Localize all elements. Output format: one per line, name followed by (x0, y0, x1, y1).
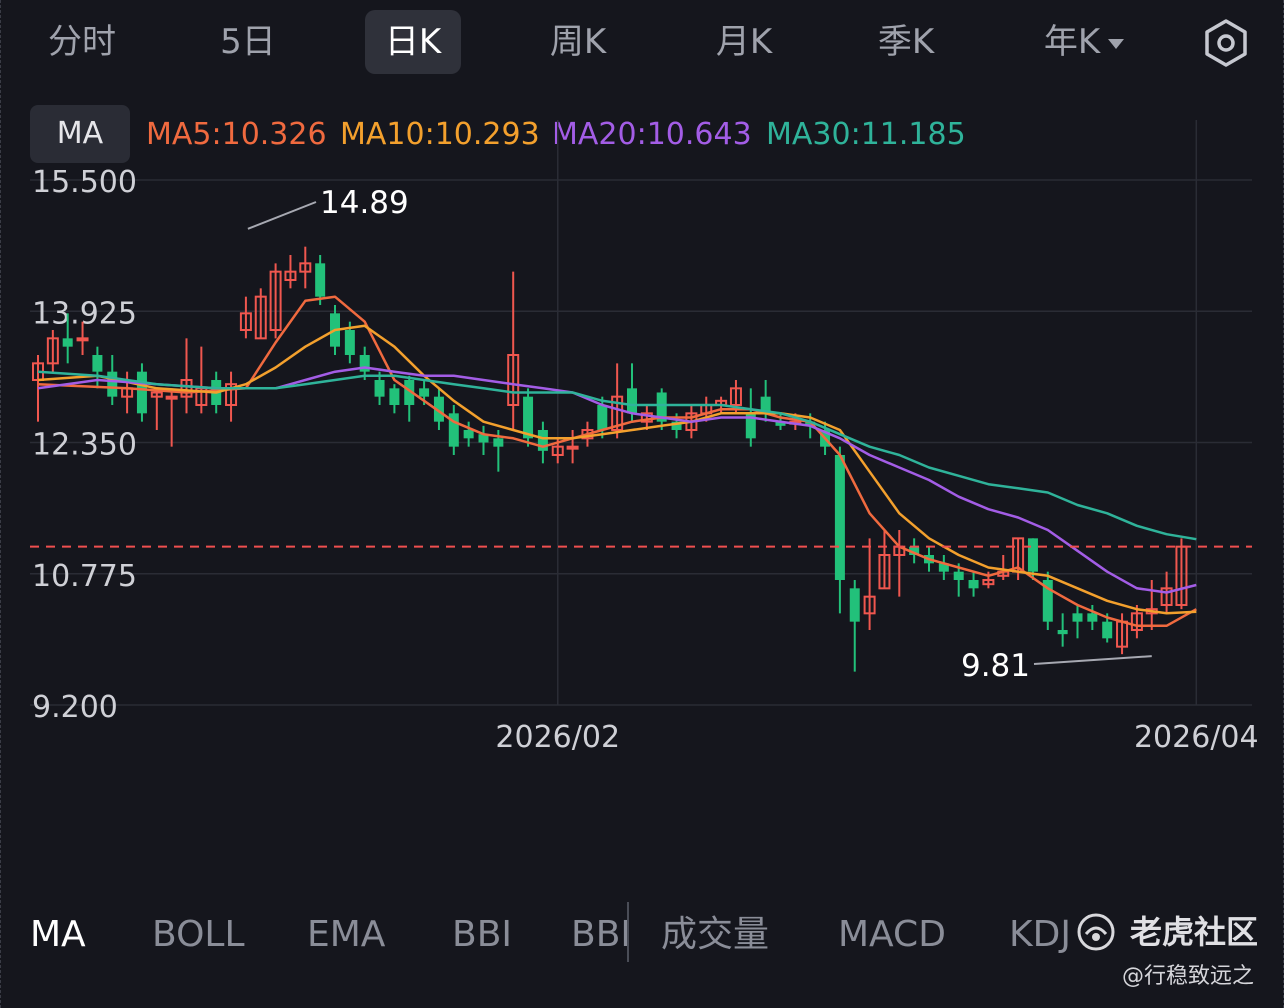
candle (46, 330, 59, 372)
indicator-kdj[interactable]: KDJ (1009, 900, 1071, 970)
y-tick-label: 15.500 (32, 165, 137, 200)
candle (1057, 613, 1068, 647)
candle (997, 555, 1010, 580)
low-pointer (1033, 655, 1152, 665)
low-price-label: 9.81 (961, 648, 1030, 684)
candle-body (92, 355, 103, 372)
candle-body (566, 445, 579, 450)
candle (136, 363, 147, 422)
y-tick-label: 10.775 (32, 559, 137, 594)
candle (225, 371, 238, 422)
candle (537, 421, 548, 464)
y-tick-label: 13.925 (32, 296, 137, 331)
y-tick-label: 12.350 (32, 428, 137, 463)
candle (893, 530, 906, 597)
candle (92, 346, 103, 389)
candle-body (315, 263, 326, 297)
candle-body (849, 588, 860, 622)
candle (566, 430, 579, 464)
candle-body (1057, 630, 1068, 635)
candle-body (374, 380, 385, 397)
candle (1072, 605, 1083, 639)
candle-body (419, 388, 430, 397)
indicator-volume[interactable]: 成交量 (661, 900, 769, 970)
candle (1145, 580, 1158, 630)
candle-body (1087, 613, 1098, 622)
candle (404, 375, 415, 422)
candle (478, 425, 489, 455)
candle (1042, 571, 1053, 630)
candle-body (344, 330, 355, 355)
moving-average-lines (37, 295, 1197, 628)
candle (656, 388, 667, 430)
candle (834, 446, 845, 614)
candle (938, 555, 949, 580)
candle-body (834, 455, 845, 580)
candle (254, 288, 267, 340)
candle-body (953, 571, 964, 580)
indicator-ema[interactable]: EMA (307, 900, 385, 970)
candle (448, 405, 459, 455)
candle-body (136, 371, 147, 414)
candle (863, 538, 876, 630)
candle (284, 255, 297, 289)
candle (523, 388, 534, 447)
candle-body (627, 388, 637, 414)
indicator-divider (627, 902, 629, 962)
candle-body (493, 438, 504, 447)
indicator-bbi-2[interactable]: BBI (571, 900, 631, 970)
candles (32, 246, 1188, 672)
candle (968, 571, 979, 597)
candle-body (968, 580, 979, 589)
candle-body (76, 337, 89, 342)
candle (121, 371, 134, 414)
candle (389, 384, 400, 414)
annotations: 14.89 9.81 (30, 185, 1252, 684)
indicator-boll[interactable]: BOLL (152, 900, 245, 970)
candle (507, 271, 520, 430)
x-tick-label: 2026/04 (1134, 720, 1259, 755)
candle (299, 246, 312, 289)
candle (269, 263, 282, 339)
y-axis-labels: 15.500 13.925 12.350 10.775 9.200 (32, 165, 137, 725)
high-price-label: 14.89 (320, 185, 409, 221)
candle-body (1102, 621, 1113, 639)
candle-body (62, 338, 73, 347)
high-pointer (247, 201, 317, 230)
candle (878, 530, 891, 590)
candle-body (463, 430, 474, 439)
x-axis-labels: 2026/02 2026/04 (495, 720, 1258, 755)
candlestick-chart[interactable]: 15.50013.92512.35010.7759.200 2026/02 202… (0, 0, 1284, 780)
candle (165, 388, 178, 447)
ma5-line (37, 295, 1197, 628)
x-tick-label: 2026/02 (495, 720, 620, 755)
indicator-bbi[interactable]: BBI (452, 900, 512, 970)
candle (195, 346, 208, 414)
candle-body (1072, 613, 1083, 622)
indicator-ma[interactable]: MA (30, 900, 86, 970)
candle (180, 338, 193, 414)
candle (849, 580, 860, 672)
candle (239, 296, 252, 339)
candle-body (1027, 538, 1038, 572)
candle-body (165, 395, 178, 400)
candle-body (107, 371, 118, 397)
candle-body (597, 405, 608, 430)
indicator-macd[interactable]: MACD (838, 900, 946, 970)
watermark-user: @行稳致远之 (1122, 964, 1255, 989)
candle (150, 388, 163, 430)
tiger-logo-icon (1077, 913, 1115, 951)
candle-body (389, 388, 400, 405)
watermark-brand: 老虎社区 (1130, 913, 1259, 951)
y-tick-label: 9.200 (32, 690, 118, 725)
